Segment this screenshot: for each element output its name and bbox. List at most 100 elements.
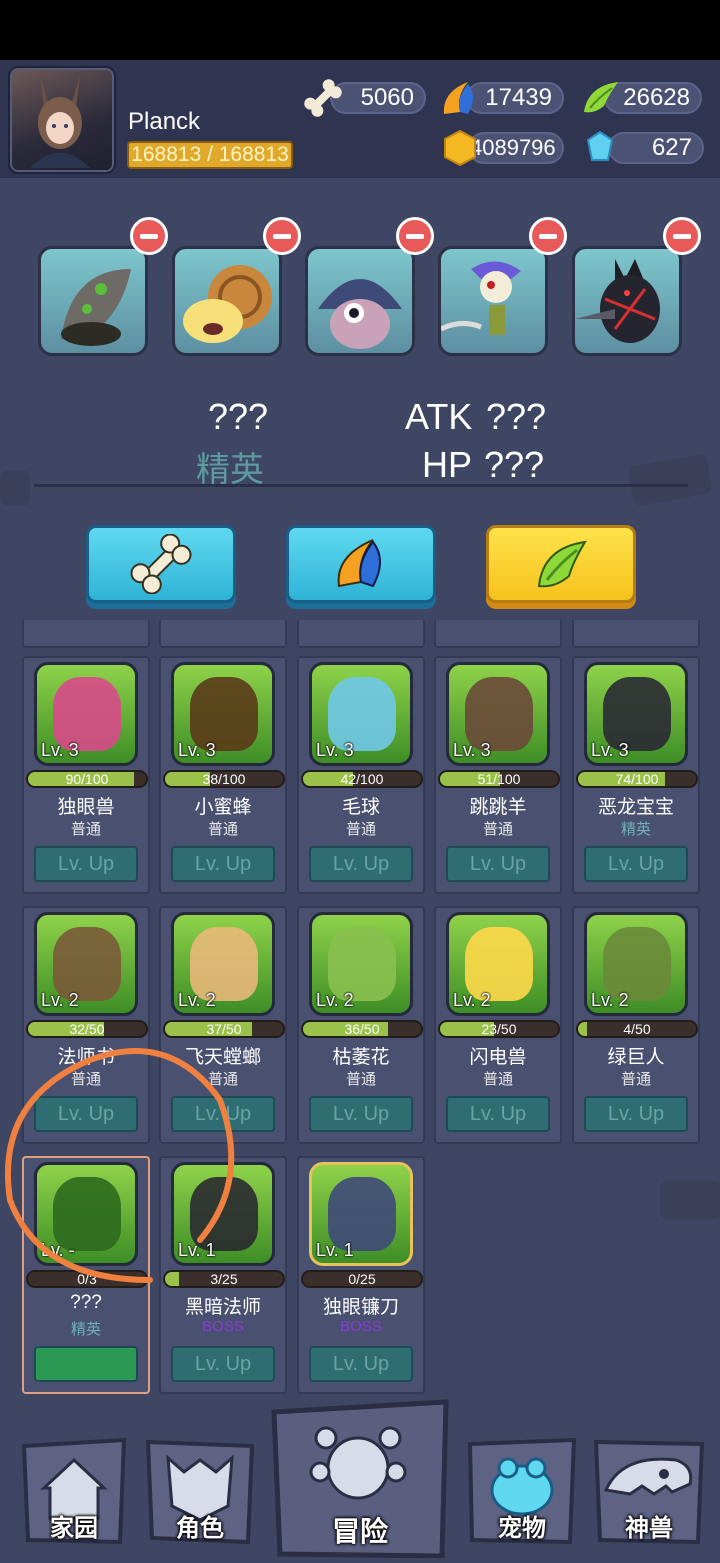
team-slot[interactable] (438, 246, 548, 356)
nav-pets[interactable]: 宠物 (464, 1436, 580, 1546)
nav-label-divine-beasts: 神兽 (625, 1515, 673, 1542)
progress-text: 0/25 (348, 1271, 376, 1287)
monster-card-partial (297, 620, 425, 648)
monster-progress-bar: 36/50 (301, 1020, 423, 1038)
level-up-button[interactable]: Lv. Up (584, 1096, 688, 1132)
monster-level: Lv. 1 (316, 1240, 354, 1260)
monster-rarity: BOSS (340, 1318, 382, 1335)
level-up-button[interactable]: Lv. Up (309, 1346, 413, 1382)
monster-progress-bar: 42/100 (301, 770, 423, 788)
tab-bone[interactable] (86, 525, 236, 603)
player-avatar[interactable] (8, 66, 116, 174)
level-up-button[interactable]: Lv. Up (309, 846, 413, 882)
monster-card[interactable]: Lv. 1 0/25 独眼镰刀 BOSS Lv. Up (297, 1156, 425, 1394)
monster-rarity: 精英 (70, 1321, 101, 1338)
monster-card-partial (159, 620, 287, 648)
pirate-skeleton-monster-icon (441, 261, 521, 335)
claw-icon (337, 539, 381, 588)
leaf-icon (584, 82, 618, 113)
dark-knight-monster-icon (575, 259, 660, 343)
monster-level: Lv. 3 (591, 740, 629, 760)
level-up-button[interactable]: Lv. Up (446, 1096, 550, 1132)
tab-leaf[interactable] (486, 525, 636, 603)
monster-card[interactable]: Lv. 2 36/50 枯萎花 普通 Lv. Up (297, 906, 425, 1144)
monster-progress-bar: 23/50 (438, 1020, 560, 1038)
level-up-button[interactable]: Lv. Up (584, 846, 688, 882)
team-slot[interactable] (572, 246, 682, 356)
level-up-button[interactable]: Lv. Up (34, 846, 138, 882)
nav-adventure[interactable]: 冒险 (270, 1398, 450, 1559)
progress-text: 38/100 (202, 771, 246, 787)
nav-label-character: 角色 (176, 1515, 224, 1542)
level-up-button[interactable]: Lv. Up (309, 1096, 413, 1132)
annotation-circle (4, 1048, 235, 1283)
monster-name: 毛球 (341, 797, 380, 818)
monster-name: 独眼镰刀 (322, 1297, 399, 1318)
gem-counter: 627 (608, 132, 704, 164)
nav-label-adventure: 冒险 (331, 1516, 388, 1547)
monster-rarity: 普通 (345, 821, 376, 838)
team-slot[interactable] (305, 246, 415, 356)
monster-level: Lv. 2 (316, 990, 354, 1010)
monster-progress-bar: 0/25 (301, 1270, 423, 1288)
team-slot[interactable] (172, 246, 282, 356)
nav-divine-beasts[interactable]: 神兽 (592, 1436, 706, 1546)
monster-progress-bar: 90/100 (26, 770, 148, 788)
monster-rarity: 普通 (70, 821, 101, 838)
monster-card[interactable]: Lv. 2 4/50 绿巨人 普通 Lv. Up (572, 906, 700, 1144)
bone-icon (304, 79, 342, 117)
monster-name: 独眼兽 (57, 797, 115, 818)
player-name: Planck (128, 108, 201, 135)
tab-claw[interactable] (286, 525, 436, 603)
monster-rarity: BOSS (202, 1318, 244, 1335)
monster-level: Lv. 2 (453, 990, 491, 1010)
monster-card[interactable]: Lv. 3 51/100 跳跳羊 普通 Lv. Up (434, 656, 562, 894)
monster-rarity: 精英 (620, 821, 651, 838)
hp-value: ??? (484, 444, 545, 485)
progress-text: 36/50 (344, 1021, 380, 1037)
level-up-button[interactable]: Lv. Up (171, 846, 275, 882)
coin-counter: 4089796 (468, 132, 564, 164)
nav-home[interactable]: 家园 (18, 1436, 130, 1546)
monster-card[interactable]: Lv. 2 23/50 闪电兽 普通 Lv. Up (434, 906, 562, 1144)
monster-name: 绿巨人 (607, 1047, 665, 1068)
nav-character[interactable]: 角色 (144, 1436, 256, 1546)
monster-portrait: Lv. 1 (309, 1162, 413, 1266)
monster-rarity: 普通 (482, 1071, 513, 1088)
level-up-button[interactable] (34, 1346, 138, 1382)
gem-icon (586, 130, 614, 161)
remove-slot-button[interactable] (663, 217, 701, 255)
monster-portrait: Lv. 3 (34, 662, 138, 766)
progress-text: 42/100 (340, 771, 384, 787)
monster-card[interactable]: Lv. 3 42/100 毛球 普通 Lv. Up (297, 656, 425, 894)
level-up-button[interactable]: Lv. Up (171, 1346, 275, 1382)
monster-progress-bar: 4/50 (576, 1020, 698, 1038)
remove-slot-button[interactable] (130, 217, 168, 255)
monster-card[interactable]: Lv. 3 38/100 小蜜蜂 普通 Lv. Up (159, 656, 287, 894)
nav-label-home: 家园 (50, 1515, 98, 1542)
leaf-icon (537, 540, 587, 588)
monster-progress-bar: 38/100 (163, 770, 285, 788)
one-eyed-beetle-monster-icon (318, 279, 402, 349)
level-up-button[interactable]: Lv. Up (446, 846, 550, 882)
monster-level: Lv. 3 (453, 740, 491, 760)
monster-card-partial (434, 620, 562, 648)
monster-portrait: Lv. 2 (171, 912, 275, 1016)
selected-monster-name: ??? (208, 396, 269, 437)
remove-slot-button[interactable] (396, 217, 434, 255)
monster-name: 小蜜蜂 (194, 797, 252, 818)
bone-icon (130, 534, 192, 594)
progress-text: 23/50 (481, 1021, 517, 1037)
monster-card[interactable]: Lv. 3 90/100 独眼兽普通 Lv. Up (22, 656, 150, 894)
monster-card-partial (572, 620, 700, 648)
monster-level: Lv. 3 (41, 740, 79, 760)
monster-list[interactable]: Lv. 3 90/100 独眼兽 普通 Lv. Up Lv. 3 38/100 小蜜蜂 普通 Lv… (0, 620, 720, 1400)
monster-portrait: Lv. 2 (446, 912, 550, 1016)
monster-card[interactable]: Lv. 3 74/100 恶龙宝宝 精英 Lv. Up (572, 656, 700, 894)
progress-text: 4/50 (623, 1021, 651, 1037)
team-slot[interactable] (38, 246, 148, 356)
remove-slot-button[interactable] (263, 217, 301, 255)
remove-slot-button[interactable] (529, 217, 567, 255)
monster-name: 枯萎花 (332, 1047, 390, 1068)
monster-progress-bar: 74/100 (576, 770, 698, 788)
